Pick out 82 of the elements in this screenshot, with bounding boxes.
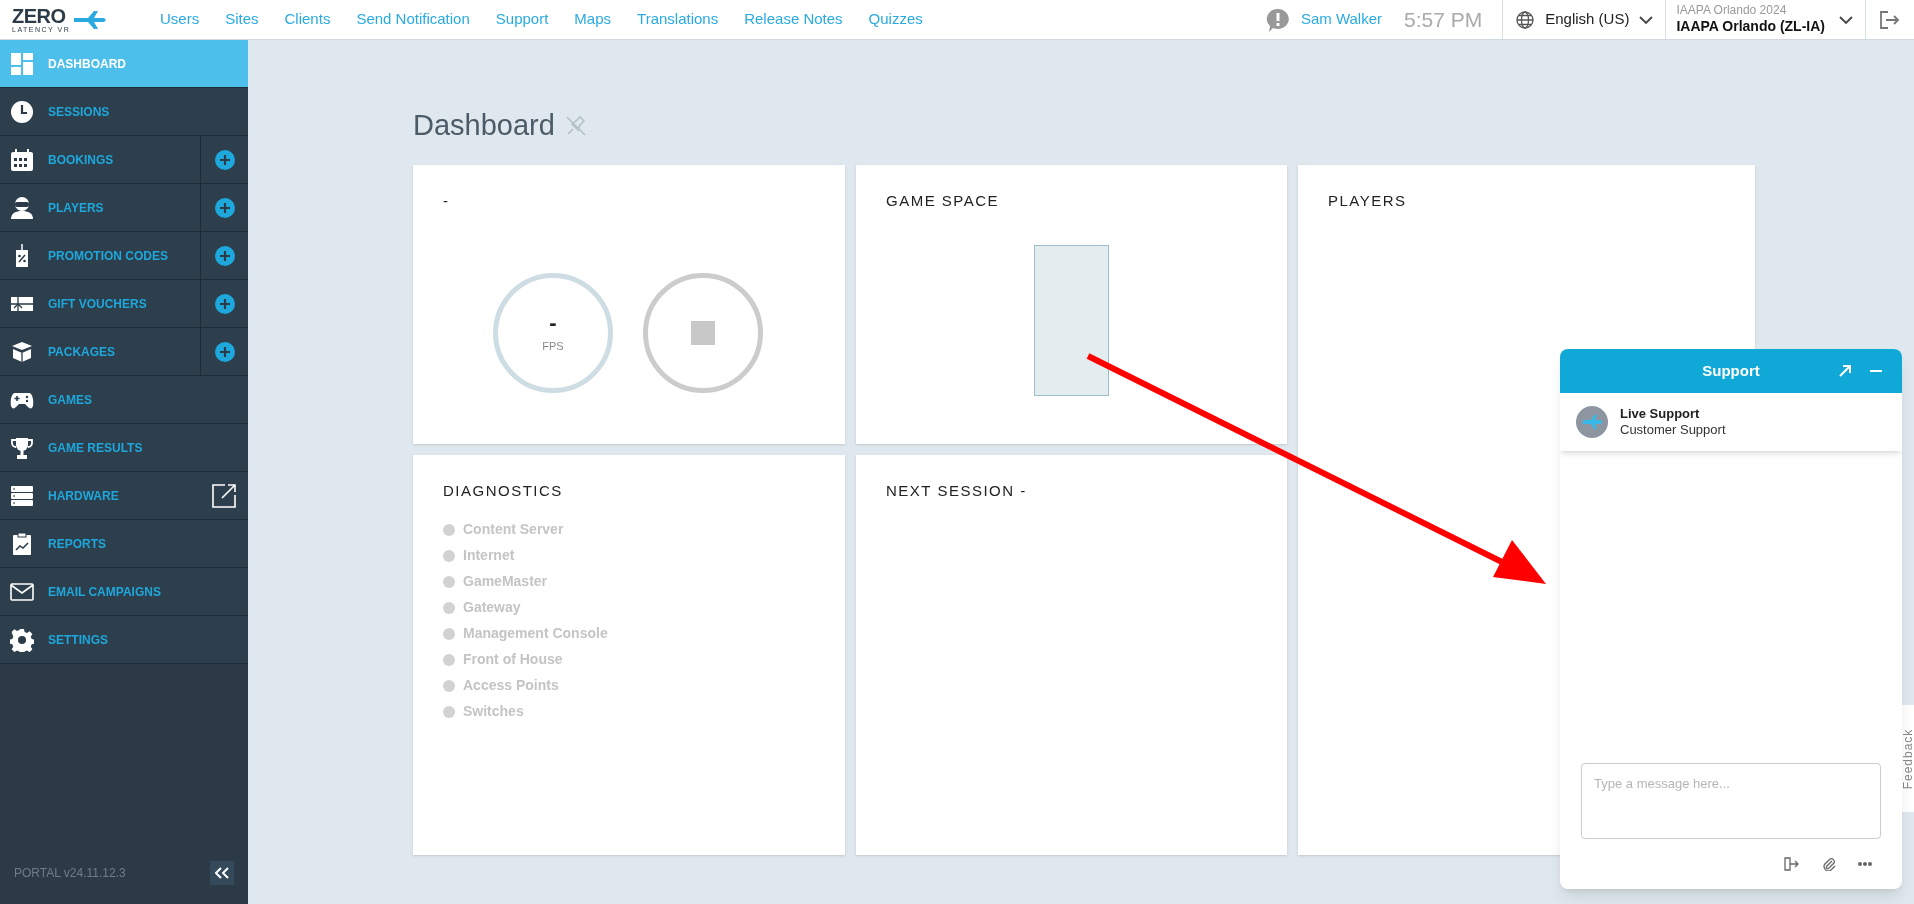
agent-avatar (1576, 406, 1608, 438)
clock-icon (10, 99, 34, 124)
plus-circle-icon (214, 293, 235, 314)
sidebar-item[interactable]: SETTINGS (0, 616, 248, 663)
card-title: DIAGNOSTICS (443, 481, 563, 501)
site-selector[interactable]: IAAPA Orlando 2024 IAAPA Orlando (ZL-IA) (1666, 0, 1866, 39)
page-title: Dashboard (413, 108, 555, 144)
stop-icon (691, 321, 715, 345)
plus-circle-icon (214, 341, 235, 362)
expand-icon[interactable] (1839, 365, 1851, 377)
status-dot (443, 575, 455, 588)
notification-icon[interactable] (1264, 6, 1291, 33)
nav-link[interactable]: Users (160, 8, 200, 31)
fps-value: - (549, 311, 557, 334)
diagnostic-item: Access Points (463, 676, 559, 695)
card-title: PLAYERS (1328, 191, 1407, 211)
card-title: GAME SPACE (886, 191, 1000, 211)
calendar-icon (10, 147, 34, 172)
logo-wordmark: ZERO (12, 6, 67, 26)
more-icon[interactable] (1858, 862, 1872, 866)
dashboard-icon (10, 51, 34, 76)
sidebar-item[interactable]: EMAIL CAMPAIGNS (0, 568, 248, 615)
language-selector[interactable]: English (US) (1502, 0, 1667, 39)
logout-icon[interactable] (1879, 9, 1901, 30)
nav-link[interactable]: Translations (637, 8, 719, 31)
plus-circle-icon (214, 197, 235, 218)
diagnostic-item: Switches (463, 702, 524, 721)
site-event-label: IAAPA Orlando 2024 (1676, 3, 1787, 19)
diagnostic-item: Gateway (463, 598, 521, 617)
plus-circle-icon (214, 149, 235, 170)
exit-icon[interactable] (1784, 857, 1800, 871)
agent-name: Live Support (1620, 405, 1701, 422)
agent-team: Customer Support (1620, 422, 1726, 439)
boxes-icon (10, 339, 34, 364)
version-label: PORTAL v24.11.12.3 (14, 865, 126, 882)
plus-circle-icon (214, 245, 235, 266)
sidebar-item[interactable]: REPORTS (0, 520, 248, 567)
fps-label: FPS (542, 338, 564, 354)
globe-icon (1515, 9, 1536, 30)
plane-icon (72, 9, 107, 30)
sidebar-item[interactable]: GAMES (0, 376, 248, 423)
sidebar-item[interactable]: GAME RESULTS (0, 424, 248, 471)
card-title: - (443, 191, 450, 211)
status-dot (443, 549, 455, 562)
status-dot (443, 705, 455, 718)
status-dot (443, 627, 455, 640)
chevron-down-icon (1839, 14, 1853, 25)
chevron-down-icon (1639, 14, 1654, 25)
feedback-tab[interactable]: Feedback (1902, 705, 1914, 812)
status-dot (443, 523, 455, 536)
site-name-label: IAAPA Orlando (ZL-IA) (1676, 18, 1825, 36)
diagnostic-item: Front of House (463, 650, 563, 669)
trophy-icon (10, 435, 34, 460)
nav-link[interactable]: Support (495, 8, 549, 31)
status-dot (443, 653, 455, 666)
collapse-sidebar-button[interactable] (210, 861, 234, 885)
diagnostic-item: Content Server (463, 520, 564, 539)
status-dot (443, 679, 455, 692)
sidebar-item[interactable]: DASHBOARD (0, 40, 248, 87)
nav-link[interactable]: Sites (225, 8, 259, 31)
nav-link[interactable]: Release Notes (744, 8, 843, 31)
vr-headset-person-icon (10, 195, 34, 220)
diagnostic-item: GameMaster (463, 572, 548, 591)
nav-link[interactable]: Clients (284, 8, 331, 31)
external-link-icon[interactable] (212, 483, 236, 508)
paperclip-icon[interactable] (1822, 857, 1836, 871)
message-input[interactable]: Type a message here... (1581, 763, 1881, 839)
nav-link[interactable]: Maps (574, 8, 612, 31)
chat-title: Support (1702, 360, 1760, 381)
diagnostic-item: Internet (463, 546, 515, 565)
sidebar-item[interactable]: SESSIONS (0, 88, 248, 135)
server-rack-icon (10, 483, 34, 508)
clipboard-chart-icon (10, 531, 34, 556)
settings-icon (10, 627, 34, 652)
clock-time: 5:57 PM (1404, 6, 1483, 33)
nav-link[interactable]: Quizzes (868, 8, 923, 31)
diagnostic-item: Management Console (463, 624, 608, 643)
status-dot (443, 601, 455, 614)
card-title: NEXT SESSION - (886, 481, 1027, 501)
nav-link[interactable]: Send Notification (356, 8, 470, 31)
double-chevron-left-icon (215, 867, 229, 879)
user-name-link[interactable]: Sam Walker (1300, 8, 1383, 31)
